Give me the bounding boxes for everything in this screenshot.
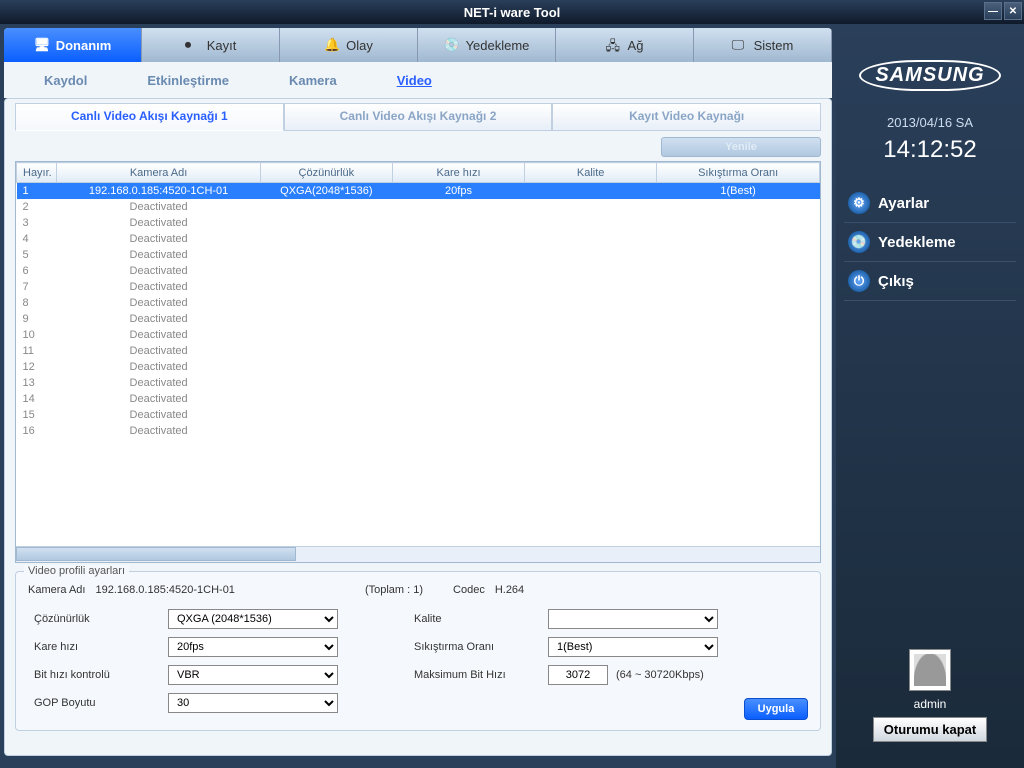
maxbr-hint: (64 ~ 30720Kbps): [616, 669, 704, 681]
compress-label: Sıkıştırma Oranı: [408, 641, 548, 653]
power-icon: ⏻: [848, 270, 870, 292]
backup-button[interactable]: 💿Yedekleme: [844, 223, 1016, 262]
table-row[interactable]: 13Deactivated: [17, 375, 820, 391]
col-no[interactable]: Hayır.: [17, 163, 57, 183]
subtab-video[interactable]: Video: [397, 73, 432, 88]
hardware-icon: 🖥: [34, 37, 50, 53]
table-row[interactable]: 16Deactivated: [17, 423, 820, 439]
title-bar: NET-i ware Tool — ✕: [0, 0, 1024, 24]
profile-cam-name: 192.168.0.185:4520-1CH-01: [95, 584, 234, 596]
compression-select[interactable]: 1(Best): [548, 637, 718, 657]
source-tab-live1[interactable]: Canlı Video Akışı Kaynağı 1: [15, 103, 284, 131]
tab-event[interactable]: 🔔Olay: [280, 28, 418, 62]
time-display: 14:12:52: [844, 136, 1016, 164]
disc-icon: 💿: [444, 37, 460, 53]
apply-button[interactable]: Uygula: [744, 698, 808, 720]
camera-table-wrap: Hayır. Kamera Adı Çözünürlük Kare hızı K…: [15, 161, 821, 563]
col-name[interactable]: Kamera Adı: [57, 163, 260, 183]
source-tab-record[interactable]: Kayıt Video Kaynağı: [552, 103, 821, 131]
gear-icon: ⚙: [848, 192, 870, 214]
bell-icon: 🔔: [324, 37, 340, 53]
logout-button[interactable]: Oturumu kapat: [873, 717, 987, 742]
table-row[interactable]: 9Deactivated: [17, 311, 820, 327]
main-tabs: 🖥Donanım ⏺Kayıt 🔔Olay 💿Yedekleme 🖧Ağ 🖵Si…: [4, 28, 832, 62]
bitrate-control-select[interactable]: VBR: [168, 665, 338, 685]
refresh-button[interactable]: Yenile: [661, 137, 821, 157]
table-row[interactable]: 7Deactivated: [17, 279, 820, 295]
gop-select[interactable]: 30: [168, 693, 338, 713]
subtab-activate[interactable]: Etkinleştirme: [147, 73, 229, 88]
sub-tabs: Kaydol Etkinleştirme Kamera Video: [4, 62, 832, 98]
user-avatar: [909, 649, 951, 691]
user-name: admin: [844, 697, 1016, 711]
tab-backup[interactable]: 💿Yedekleme: [418, 28, 556, 62]
fps-label: Kare hızı: [28, 641, 168, 653]
date-display: 2013/04/16 SA: [844, 115, 1016, 130]
table-row[interactable]: 3Deactivated: [17, 215, 820, 231]
table-row[interactable]: 2Deactivated: [17, 199, 820, 215]
framerate-select[interactable]: 20fps: [168, 637, 338, 657]
profile-total: (Toplam : 1): [365, 584, 423, 596]
col-q[interactable]: Kalite: [525, 163, 657, 183]
tab-system[interactable]: 🖵Sistem: [694, 28, 832, 62]
gop-label: GOP Boyutu: [28, 697, 168, 709]
col-res[interactable]: Çözünürlük: [260, 163, 392, 183]
max-bitrate-input[interactable]: [548, 665, 608, 685]
table-row[interactable]: 11Deactivated: [17, 343, 820, 359]
tab-hardware[interactable]: 🖥Donanım: [4, 28, 142, 62]
resolution-select[interactable]: QXGA (2048*1536): [168, 609, 338, 629]
brc-label: Bit hızı kontrolü: [28, 669, 168, 681]
maxbr-label: Maksimum Bit Hızı: [408, 669, 548, 681]
table-row[interactable]: 15Deactivated: [17, 407, 820, 423]
horizontal-scrollbar[interactable]: [16, 546, 820, 562]
camera-table: Hayır. Kamera Adı Çözünürlük Kare hızı K…: [16, 162, 820, 439]
table-row[interactable]: 14Deactivated: [17, 391, 820, 407]
disc-icon: 💿: [848, 231, 870, 253]
video-profile-box: Video profili ayarları Kamera Adı 192.16…: [15, 571, 821, 731]
profile-codec-label: Codec: [453, 584, 485, 596]
app-title: NET-i ware Tool: [464, 5, 561, 20]
res-label: Çözünürlük: [28, 613, 168, 625]
table-row[interactable]: 5Deactivated: [17, 247, 820, 263]
exit-button[interactable]: ⏻Çıkış: [844, 262, 1016, 301]
minimize-button[interactable]: —: [984, 2, 1002, 20]
record-icon: ⏺: [185, 37, 201, 53]
table-row[interactable]: 4Deactivated: [17, 231, 820, 247]
close-button[interactable]: ✕: [1004, 2, 1022, 20]
table-row[interactable]: 10Deactivated: [17, 327, 820, 343]
settings-button[interactable]: ⚙Ayarlar: [844, 184, 1016, 223]
subtab-camera[interactable]: Kamera: [289, 73, 337, 88]
tab-network[interactable]: 🖧Ağ: [556, 28, 694, 62]
monitor-icon: 🖵: [732, 37, 748, 53]
col-fps[interactable]: Kare hızı: [392, 163, 524, 183]
table-row[interactable]: 12Deactivated: [17, 359, 820, 375]
table-row[interactable]: 6Deactivated: [17, 263, 820, 279]
table-row[interactable]: 1192.168.0.185:4520-1CH-01QXGA(2048*1536…: [17, 183, 820, 200]
brand-logo: SAMSUNG: [844, 60, 1016, 91]
network-icon: 🖧: [606, 37, 622, 53]
profile-codec: H.264: [495, 584, 524, 596]
table-row[interactable]: 8Deactivated: [17, 295, 820, 311]
subtab-register[interactable]: Kaydol: [44, 73, 87, 88]
profile-cam-label: Kamera Adı: [28, 584, 85, 596]
quality-select[interactable]: [548, 609, 718, 629]
col-comp[interactable]: Sıkıştırma Oranı: [657, 163, 820, 183]
quality-label: Kalite: [408, 613, 548, 625]
tab-record[interactable]: ⏺Kayıt: [142, 28, 280, 62]
source-tab-live2[interactable]: Canlı Video Akışı Kaynağı 2: [284, 103, 553, 131]
profile-legend: Video profili ayarları: [24, 565, 129, 577]
